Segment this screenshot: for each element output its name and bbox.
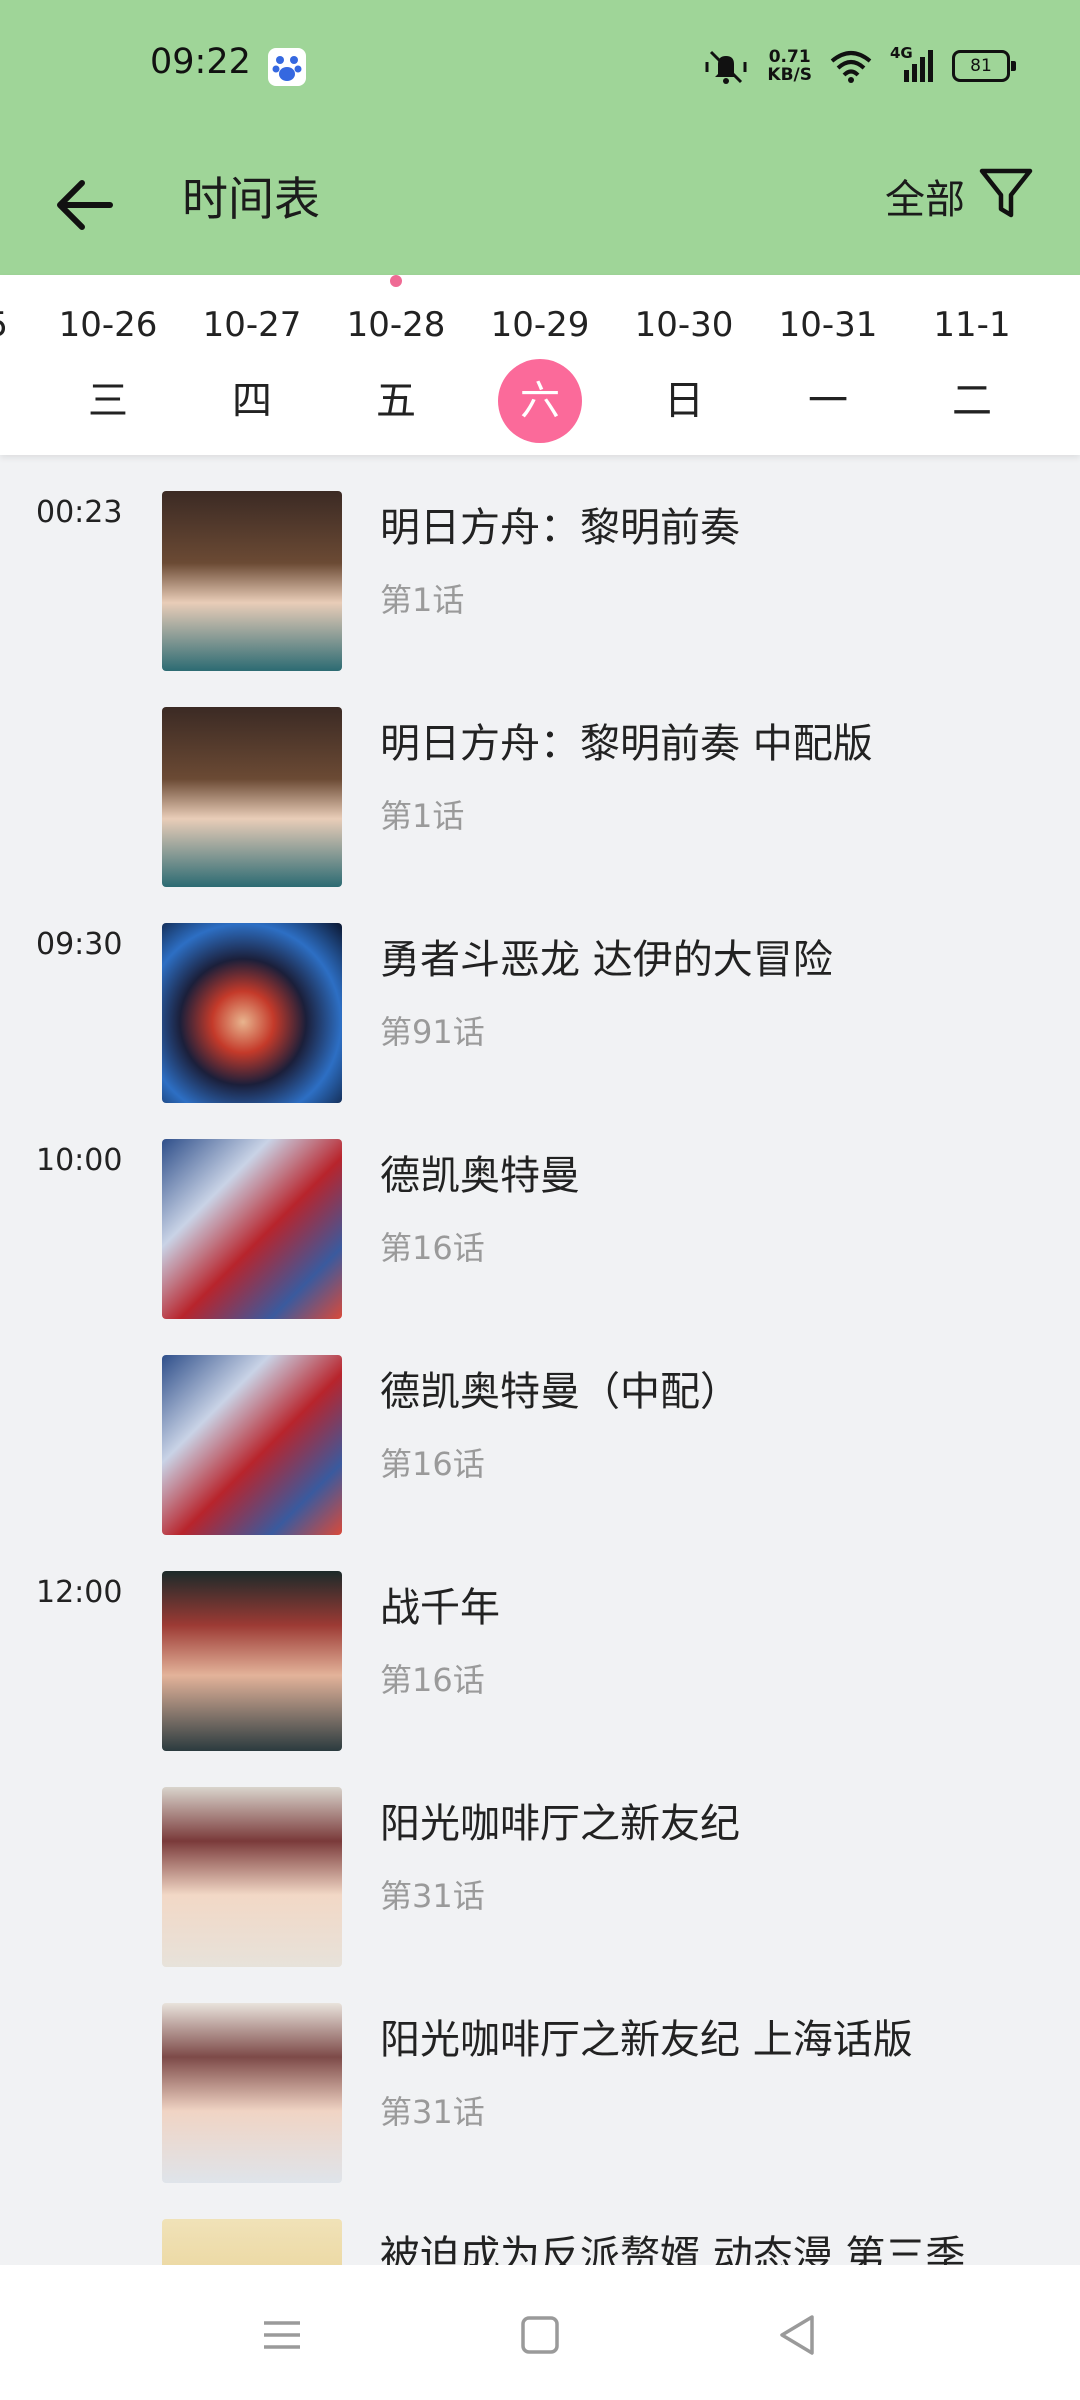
weekday-item[interactable]: 四 [180, 359, 324, 443]
episode-label: 第31话 [380, 1877, 485, 1915]
back-nav-button[interactable] [768, 2305, 828, 2365]
filter-icon [979, 168, 1033, 218]
schedule-list[interactable]: 00:23 明日方舟：黎明前奏 第1话 明日方舟：黎明前奏 中配版 第1话 09… [0, 455, 1080, 2265]
schedule-item[interactable]: 09:30 勇者斗恶龙 达伊的大冒险 第91话 [0, 887, 1080, 1103]
schedule-item[interactable]: 00:23 明日方舟：黎明前奏 第1话 [0, 455, 1080, 671]
date-item[interactable]: 10-26 [36, 305, 180, 345]
status-time: 09:22 [150, 42, 251, 82]
top-bar: 09:22 0.71 KB/S 4G 81 时间表 全部 [0, 0, 1080, 275]
date-item[interactable]: 11-1 [900, 305, 1044, 345]
anime-thumbnail [162, 491, 342, 671]
square-icon [521, 2316, 559, 2354]
weekday-item-selected[interactable]: 六 [468, 359, 612, 443]
air-time: 00:23 [36, 495, 123, 530]
episode-label: 第16话 [380, 1445, 485, 1483]
weekday-item[interactable]: 日 [612, 359, 756, 443]
arrow-left-icon [57, 180, 113, 230]
status-bar: 09:22 0.71 KB/S 4G 81 [0, 0, 1080, 135]
date-item-selected[interactable]: 10-29 [468, 305, 612, 345]
episode-label: 第1话 [380, 581, 465, 619]
anime-title: 明日方舟：黎明前奏 中配版 [380, 721, 873, 767]
anime-thumbnail [162, 1355, 342, 1535]
date-selector: 5 10-26 三 10-27 四 10-28 五 10-29 六 10-30 … [0, 275, 1080, 455]
episode-label: 第1话 [380, 797, 465, 835]
weekday-item[interactable]: 三 [36, 359, 180, 443]
anime-title: 德凯奥特曼（中配） [380, 1369, 740, 1415]
anime-thumbnail [162, 1787, 342, 1967]
date-item[interactable]: 10-27 [180, 305, 324, 345]
anime-title: 明日方舟：黎明前奏 [380, 505, 740, 551]
anime-title: 德凯奥特曼 [380, 1153, 580, 1199]
anime-thumbnail [162, 2219, 342, 2265]
back-button[interactable] [52, 165, 132, 245]
episode-label: 第31话 [380, 2093, 485, 2131]
weekday-item[interactable]: 二 [900, 359, 1044, 443]
anime-title: 战千年 [380, 1585, 500, 1631]
network-speed: 0.71 KB/S [767, 47, 812, 85]
date-item[interactable]: 10-28 [324, 305, 468, 345]
date-item[interactable]: 10-31 [756, 305, 900, 345]
anime-title: 阳光咖啡厅之新友纪 上海话版 [380, 2017, 913, 2063]
episode-label: 第16话 [380, 1229, 485, 1267]
anime-thumbnail [162, 707, 342, 887]
menu-nav-button[interactable] [252, 2305, 312, 2365]
schedule-item[interactable]: 阳光咖啡厅之新友纪 第31话 [0, 1751, 1080, 1967]
today-indicator [390, 275, 402, 287]
anime-thumbnail [162, 2003, 342, 2183]
anime-thumbnail [162, 1571, 342, 1751]
episode-label: 第91话 [380, 1013, 485, 1051]
date-item[interactable]: 5 [0, 305, 8, 345]
app-bar: 时间表 全部 [0, 135, 1080, 275]
schedule-item[interactable]: 阳光咖啡厅之新友纪 上海话版 第31话 [0, 1967, 1080, 2183]
weekday-item[interactable]: 一 [756, 359, 900, 443]
anime-title: 被迫成为反派赘婿 动态漫 第三季 [380, 2233, 966, 2265]
mute-vibrate-icon [705, 50, 747, 84]
anime-thumbnail [162, 923, 342, 1103]
triangle-back-icon [780, 2315, 814, 2355]
battery-icon: 81 [952, 50, 1016, 82]
date-item[interactable]: 10-30 [612, 305, 756, 345]
schedule-item[interactable]: 10:00 德凯奥特曼 第16话 [0, 1103, 1080, 1319]
schedule-item[interactable]: 被迫成为反派赘婿 动态漫 第三季 [0, 2183, 1080, 2265]
schedule-item[interactable]: 12:00 战千年 第16话 [0, 1535, 1080, 1751]
air-time: 09:30 [36, 927, 123, 962]
wifi-icon [830, 51, 872, 83]
home-nav-button[interactable] [510, 2305, 570, 2365]
filter-all-button[interactable]: 全部 [885, 167, 965, 225]
baidu-app-icon [268, 48, 306, 86]
schedule-item[interactable]: 德凯奥特曼（中配） 第16话 [0, 1319, 1080, 1535]
anime-title: 阳光咖啡厅之新友纪 [380, 1801, 740, 1847]
page-title: 时间表 [182, 172, 320, 226]
air-time: 10:00 [36, 1143, 123, 1178]
anime-thumbnail [162, 1139, 342, 1319]
system-navigation-bar [0, 2265, 1080, 2400]
anime-title: 勇者斗恶龙 达伊的大冒险 [380, 937, 833, 983]
status-icons: 0.71 KB/S 4G 81 [703, 44, 1016, 86]
filter-button[interactable] [976, 163, 1036, 223]
menu-icon [264, 2321, 300, 2349]
cellular-signal-icon: 4G [890, 44, 934, 84]
schedule-item[interactable]: 明日方舟：黎明前奏 中配版 第1话 [0, 671, 1080, 887]
air-time: 12:00 [36, 1575, 123, 1610]
weekday-item[interactable]: 五 [324, 359, 468, 443]
episode-label: 第16话 [380, 1661, 485, 1699]
